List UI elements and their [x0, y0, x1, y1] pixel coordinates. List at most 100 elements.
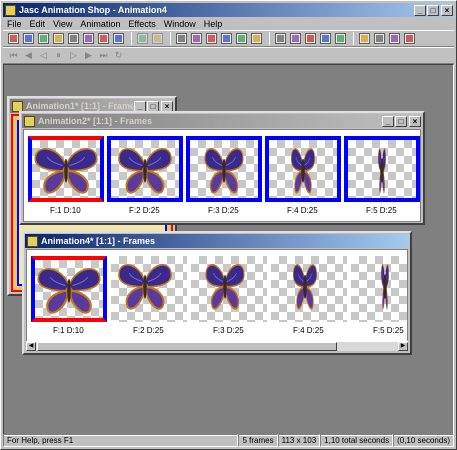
- toolbar-separator: [170, 32, 171, 45]
- animation4-titlebar[interactable]: Animation4* [1:1] - Frames: [25, 234, 409, 248]
- animation1-minimize-button[interactable]: _: [134, 100, 146, 112]
- animation4-title: Animation4* [1:1] - Frames: [41, 236, 156, 246]
- animation4-window[interactable]: Animation4* [1:1] - Frames F:1 D:10 F:2 D…: [22, 231, 412, 355]
- animation1-title: Animation1* [1:1] - Frames: [26, 101, 133, 111]
- status-bar: For Help, press F1 5 frames 113 x 103 1,…: [3, 434, 454, 447]
- undo-icon[interactable]: [136, 32, 149, 45]
- animation2-maximize-button[interactable]: □: [395, 115, 407, 127]
- view-icon[interactable]: [334, 32, 347, 45]
- menu-bar: File Edit View Animation Effects Window …: [3, 17, 454, 30]
- animation2-titlebar[interactable]: Animation2* [1:1] - Frames _ □ ×: [22, 114, 422, 128]
- scroll-left-button[interactable]: ◀: [26, 342, 36, 351]
- status-time-detail: (0,10 seconds): [393, 434, 454, 447]
- first-frame-icon[interactable]: ⏮: [7, 49, 20, 62]
- transition-icon[interactable]: [274, 32, 287, 45]
- menu-effects[interactable]: Effects: [124, 19, 159, 29]
- wizard-icon[interactable]: [7, 32, 20, 45]
- save-frames-icon[interactable]: [97, 32, 110, 45]
- app-titlebar[interactable]: Jasc Animation Shop - Animation4 _ □ ×: [3, 3, 454, 17]
- animation1-maximize-button[interactable]: □: [147, 100, 159, 112]
- frame-thumbnail[interactable]: [31, 256, 107, 322]
- close-button[interactable]: ×: [441, 4, 453, 16]
- effect-icon[interactable]: [289, 32, 302, 45]
- frame-label: F:3 D:25: [213, 326, 244, 335]
- animation4-h-scrollbar[interactable]: ◀ ▶: [26, 341, 408, 351]
- status-frames: 5 frames: [238, 434, 278, 447]
- frame-thumbnail[interactable]: [344, 136, 420, 202]
- menu-view[interactable]: View: [49, 19, 76, 29]
- animation1-close-button[interactable]: ×: [161, 100, 173, 112]
- palette-icon[interactable]: [388, 32, 401, 45]
- mdi-workspace: Animation1* [1:1] - Frames _ □ × Animati…: [3, 64, 454, 436]
- menu-animation[interactable]: Animation: [76, 19, 124, 29]
- scroll-thumb[interactable]: [37, 342, 337, 351]
- frame-label: F:2 D:25: [129, 206, 160, 215]
- help-icon[interactable]: [403, 32, 416, 45]
- save-icon[interactable]: [82, 32, 95, 45]
- menu-file[interactable]: File: [3, 19, 26, 29]
- step-back-icon[interactable]: ◁: [37, 49, 50, 62]
- frame-thumbnail[interactable]: [107, 136, 183, 202]
- app-icon[interactable]: [5, 4, 16, 16]
- step-forward-icon[interactable]: ▶: [82, 49, 95, 62]
- paste-icon[interactable]: [205, 32, 218, 45]
- new-icon[interactable]: [52, 32, 65, 45]
- menu-help[interactable]: Help: [200, 19, 227, 29]
- text-icon[interactable]: [304, 32, 317, 45]
- animation2-close-button[interactable]: ×: [409, 115, 421, 127]
- play-icon[interactable]: ▷: [67, 49, 80, 62]
- browse-icon[interactable]: [112, 32, 125, 45]
- frame-label: F:1 D:10: [53, 326, 84, 335]
- frame-thumbnail[interactable]: [351, 256, 407, 322]
- optimize-icon[interactable]: [22, 32, 35, 45]
- frame-thumbnail[interactable]: [28, 136, 104, 202]
- cut-icon[interactable]: [175, 32, 188, 45]
- pause-icon[interactable]: ⏸: [52, 49, 65, 62]
- status-help: For Help, press F1: [3, 434, 239, 447]
- maximize-button[interactable]: □: [427, 4, 439, 16]
- animation2-title: Animation2* [1:1] - Frames: [38, 116, 153, 126]
- playback-toolbar: ⏮ ◀ ◁ ⏸ ▷ ▶ ⏭ ↻: [3, 47, 454, 64]
- frame-thumbnail[interactable]: [186, 136, 262, 202]
- frame-thumbnail[interactable]: [111, 256, 187, 322]
- animation2-minimize-button[interactable]: _: [382, 115, 394, 127]
- paste-before-icon[interactable]: [250, 32, 263, 45]
- loop-icon[interactable]: ↻: [112, 49, 125, 62]
- minimize-button[interactable]: _: [414, 4, 426, 16]
- frame-thumbnail[interactable]: [265, 136, 341, 202]
- banner-icon[interactable]: [37, 32, 50, 45]
- frame-label: F:2 D:25: [133, 326, 164, 335]
- animation2-window[interactable]: Animation2* [1:1] - Frames _ □ × F:1 D:1…: [19, 111, 425, 225]
- toolbar-separator: [269, 32, 270, 45]
- paste-new-icon[interactable]: [220, 32, 233, 45]
- anim-props-icon[interactable]: [373, 32, 386, 45]
- frame-thumbnail[interactable]: [271, 256, 347, 322]
- propagate-icon[interactable]: [319, 32, 332, 45]
- toolbar-separator: [131, 32, 132, 45]
- frame-label: F:3 D:25: [208, 206, 239, 215]
- last-frame-icon[interactable]: ⏭: [97, 49, 110, 62]
- status-size: 113 x 103: [277, 434, 321, 447]
- open-icon[interactable]: [67, 32, 80, 45]
- frame-label: F:4 D:25: [293, 326, 324, 335]
- frames-window-icon: [12, 100, 23, 112]
- prev-frame-icon[interactable]: ◀: [22, 49, 35, 62]
- paste-after-icon[interactable]: [235, 32, 248, 45]
- frame-label: F:5 D:25: [373, 326, 404, 335]
- menu-edit[interactable]: Edit: [26, 19, 50, 29]
- frame-props-icon[interactable]: [358, 32, 371, 45]
- scroll-right-button[interactable]: ▶: [398, 342, 408, 351]
- status-time: 1,10 total seconds: [320, 434, 394, 447]
- frames-window-icon: [24, 115, 35, 127]
- redo-icon[interactable]: [151, 32, 164, 45]
- frame-label: F:1 D:10: [50, 206, 81, 215]
- frames-window-icon: [27, 235, 38, 247]
- animation2-frames-area[interactable]: F:1 D:10 F:2 D:25 F:3 D:25 F:4 D:25 F:5 D:25: [23, 129, 421, 222]
- frame-thumbnail[interactable]: [191, 256, 267, 322]
- animation4-frames-area[interactable]: F:1 D:10 F:2 D:25 F:3 D:25 F:4 D:25 F:5 D:25: [26, 249, 408, 342]
- frame-label: F:4 D:25: [287, 206, 318, 215]
- copy-icon[interactable]: [190, 32, 203, 45]
- toolbar-separator: [353, 32, 354, 45]
- app-title: Jasc Animation Shop - Animation4: [19, 5, 167, 15]
- menu-window[interactable]: Window: [160, 19, 200, 29]
